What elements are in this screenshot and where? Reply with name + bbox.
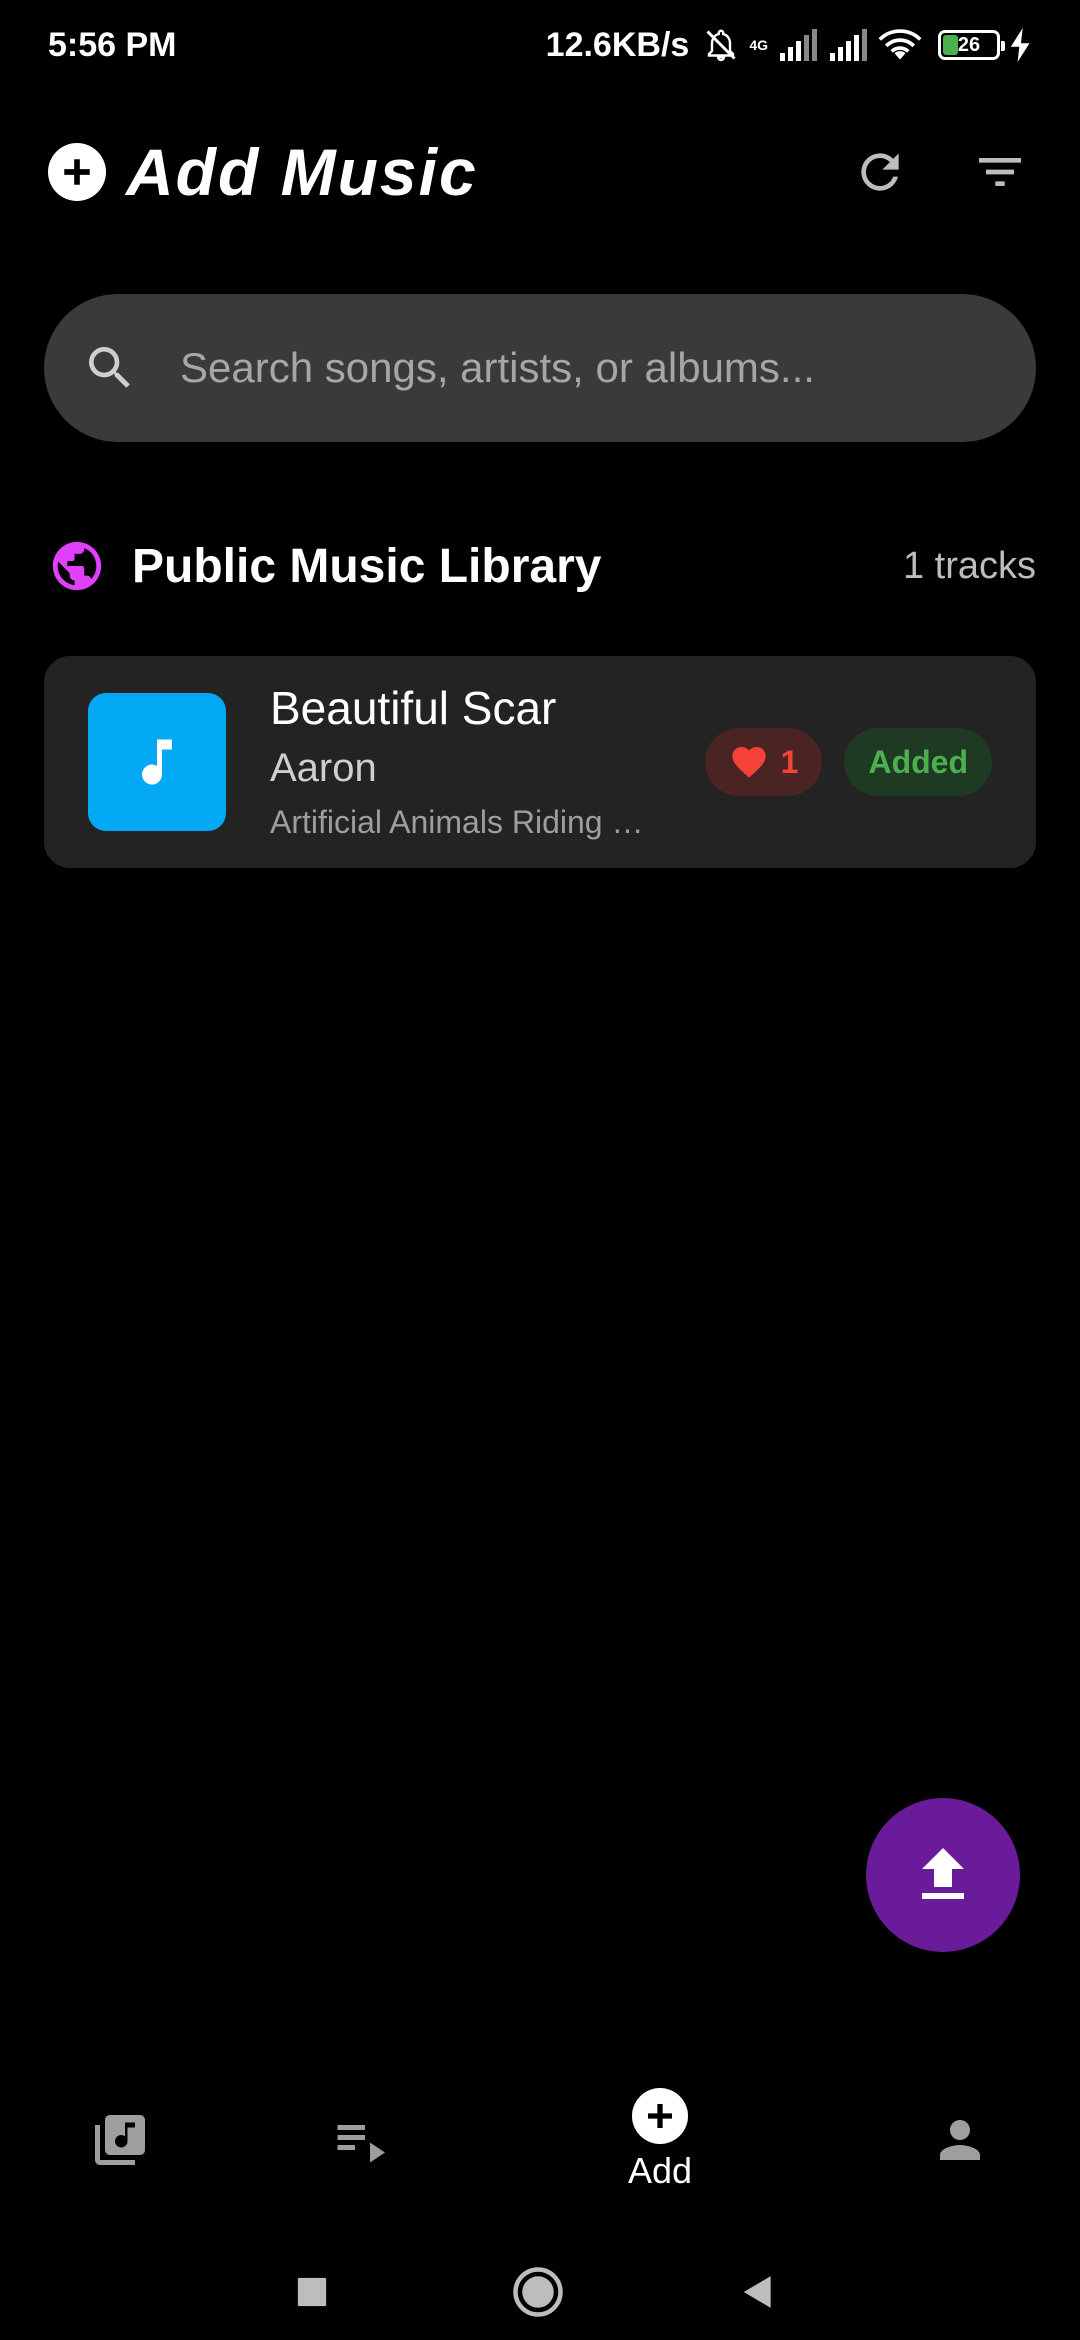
add-circle-icon: [632, 2088, 688, 2144]
mute-icon: [706, 29, 736, 62]
search-input[interactable]: [178, 343, 1036, 393]
nav-add-label: Add: [627, 2150, 693, 2191]
upload-icon: [922, 1848, 964, 1899]
battery-fill: [943, 35, 958, 55]
album-art: [88, 693, 226, 831]
globe-icon: [48, 537, 106, 595]
add-music-screen: 5:56 PM 12.6KB/s 4G 26 Add Music Search …: [0, 0, 1080, 2340]
triangle-icon: [743, 2276, 771, 2308]
track-album: Artificial Animals Riding on Neverland: [270, 804, 650, 840]
like-button[interactable]: 1: [704, 728, 823, 796]
add-circle-icon: [48, 143, 106, 201]
library-section-header: Public Music Library 1 tracks: [48, 532, 1036, 600]
refresh-button[interactable]: [848, 140, 912, 204]
signal-icon: [780, 29, 817, 61]
nav-queue[interactable]: [280, 2040, 440, 2240]
added-label: Added: [868, 743, 968, 780]
network-speed: 12.6KB/s: [545, 25, 690, 64]
person-icon: [940, 2120, 980, 2160]
upload-button[interactable]: [866, 1798, 1020, 1952]
heart-icon: [731, 747, 766, 778]
refresh-icon: [861, 153, 899, 191]
track-badges: 1 Added: [704, 728, 992, 796]
status-bar: 5:56 PM 12.6KB/s 4G 26: [0, 0, 1080, 90]
search-bar[interactable]: [44, 294, 1036, 442]
recents-button[interactable]: [276, 2256, 348, 2328]
back-button[interactable]: [722, 2256, 794, 2328]
signal-icon: [830, 29, 867, 61]
filter-icon: [979, 158, 1021, 186]
status-indicators: 12.6KB/s 4G 26: [546, 26, 1032, 65]
filter-button[interactable]: [968, 140, 1032, 204]
track-info: Beautiful Scar Aaron Artificial Animals …: [270, 680, 650, 844]
track-title: Beautiful Scar: [270, 682, 557, 734]
added-status-badge[interactable]: Added: [844, 728, 992, 796]
network-type-indicator: 4G: [749, 38, 768, 52]
page-title: Add Music: [126, 135, 478, 209]
battery-level: 26: [957, 33, 981, 56]
track-artist: Aaron: [270, 746, 377, 790]
library-music-icon: [95, 2115, 145, 2165]
queue-play-icon: [337, 2125, 385, 2163]
nav-add[interactable]: Add: [580, 2040, 740, 2240]
track-count: 1 tracks: [902, 544, 1036, 587]
search-icon: [82, 340, 138, 396]
music-note-icon: [142, 739, 172, 785]
circle-icon: [513, 2267, 563, 2317]
battery-icon: 26: [938, 30, 1005, 60]
status-time: 5:56 PM: [48, 25, 177, 64]
track-card[interactable]: Beautiful Scar Aaron Artificial Animals …: [44, 656, 1036, 868]
wifi-icon: [878, 29, 922, 60]
app-header: Add Music: [48, 130, 1032, 214]
home-button[interactable]: [502, 2256, 574, 2328]
section-title: Public Music Library: [132, 539, 602, 593]
square-icon: [297, 2277, 327, 2307]
header-actions: [848, 140, 1032, 204]
charging-icon: [1010, 28, 1030, 62]
bottom-navigation: Add: [0, 2040, 1080, 2240]
nav-profile[interactable]: [880, 2040, 1040, 2240]
nav-library[interactable]: [40, 2040, 200, 2240]
network-type-label: 4G: [749, 37, 768, 53]
system-navigation: [0, 2240, 1080, 2340]
like-count: 1: [780, 743, 799, 780]
